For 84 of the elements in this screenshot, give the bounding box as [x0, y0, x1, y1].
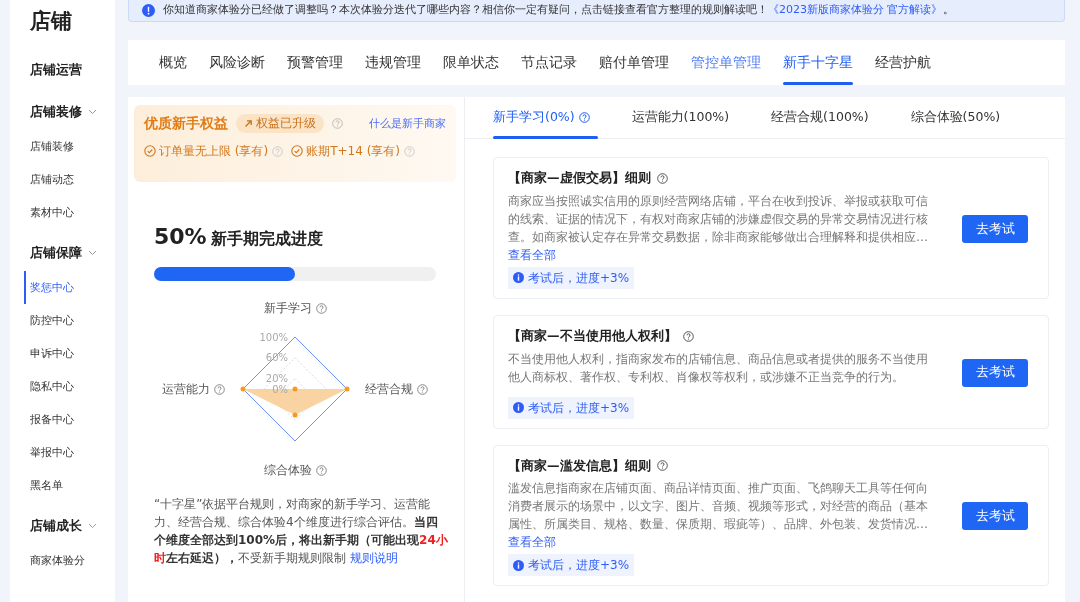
sub-tab[interactable]: 新手学习(0%) [485, 97, 598, 138]
info-icon [513, 272, 524, 284]
check-circle-icon [291, 145, 304, 157]
data-point [240, 386, 246, 392]
rule-description: “十字星”依据平台规则，对商家的新手学习、运营能力、经营合规、综合体验4个维度进行综合评估。当四个维度全部达到100%后，将出新手期（可能出现24小时左右延迟），不受新手期规则限制 规则说明 [153, 496, 449, 567]
chevron-icon[interactable] [88, 522, 97, 529]
data-point [292, 412, 298, 418]
chevron-icon[interactable] [88, 249, 97, 256]
benefit-title: 优质新手权益 [144, 114, 228, 133]
benefit-link[interactable]: 什么是新手商家 [369, 115, 446, 132]
help-icon[interactable] [332, 118, 343, 129]
nav-tab[interactable]: 预警管理 [276, 40, 354, 85]
axis-label: 新手学习 [263, 300, 312, 317]
axis-tick-label: 20% [265, 373, 288, 385]
sidebar-item[interactable]: 奖惩中心 [24, 270, 115, 304]
rule-text: 商家应当按照诚实信用的原则经营网络店铺，平台在收到投诉、举报或获取可信的线索、证据的情况下，有权对商家店铺的涉嫌虚假交易的异常交易情况进行核查。如商家被认定存在异常交易数据，除非商家能够做出合理解释和提供相应… [508, 192, 929, 246]
sub-tab[interactable]: 综合体验(50%) [902, 97, 1009, 138]
rule-link[interactable]: 规则说明 [349, 551, 398, 565]
help-icon[interactable] [656, 460, 668, 472]
rule-text: 滥发信息指商家在店铺页面、商品详情页面、推广页面、飞鸽聊天工具等任何向消费者展示的场景中，以文字、图片、音频、视频等形式，对经营的商品（基本属性、所属类目、规格、数量、保质期、瑕疵等）、品牌、外包装、发货情况… [508, 480, 929, 534]
sidebar-group[interactable]: 店铺装修 [30, 101, 82, 122]
help-icon[interactable] [578, 112, 590, 123]
info-icon [513, 402, 524, 413]
axis-label: 经营合规 [365, 381, 413, 398]
nav-tab[interactable]: 节点记录 [510, 40, 588, 85]
info-icon [142, 4, 155, 17]
rule-title: 【商家—滥发信息】细则 [508, 456, 651, 475]
help-icon[interactable] [656, 172, 668, 184]
exam-button[interactable]: 去考试 [962, 502, 1028, 531]
help-icon[interactable] [682, 330, 694, 342]
info-icon [513, 559, 524, 571]
rule-text: 不当使用他人权利，指商家发布的店铺信息、商品信息或者提供的服务不当使用他人商标权、著作权、专利权、肖像权等权利，或涉嫌不正当竞争的行为。 [508, 350, 929, 386]
axis-label: 综合体验 [263, 462, 312, 479]
arrow-icon [244, 119, 253, 128]
sidebar-item[interactable]: 举报中心 [30, 435, 115, 469]
sidebar-item[interactable]: 店铺装修 [30, 129, 115, 163]
tip-text: 考试后，进度+3% [528, 269, 630, 287]
sidebar-item[interactable]: 报备中心 [30, 402, 115, 436]
tip-text: 考试后，进度+3% [528, 557, 630, 575]
sidebar-item[interactable]: 商家体验分 [30, 543, 115, 577]
axis-tick-label: 100% [259, 331, 288, 343]
sidebar-group[interactable]: 店铺保障 [30, 242, 82, 263]
sidebar-item[interactable]: 隐私中心 [30, 369, 115, 403]
nav-tab[interactable]: 风险诊断 [198, 40, 276, 85]
help-icon[interactable] [214, 383, 225, 395]
tip-text: 考试后，进度+3% [528, 399, 630, 417]
help-icon[interactable] [315, 464, 327, 476]
notice-text: 你知道商家体验分已经做了调整吗？本次体验分迭代了哪些内容？相信你一定有疑问，点击链接查看官方整理的规则解读吧！《2023新版商家体验分 官方解读》。 [163, 2, 954, 19]
sidebar-group[interactable]: 店铺运营 [30, 59, 82, 80]
check-circle-icon [144, 145, 156, 157]
sidebar-group[interactable]: 店铺成长 [30, 515, 82, 536]
help-icon[interactable] [315, 302, 327, 314]
nav-tab[interactable]: 违规管理 [354, 40, 432, 85]
sidebar-item[interactable]: 黑名单 [30, 468, 115, 502]
notice-link[interactable]: 《2023新版商家体验分 官方解读》 [768, 3, 943, 17]
chevron-icon[interactable] [88, 108, 97, 115]
rule-title: 【商家—虚假交易】细则 [508, 169, 651, 187]
nav-tab[interactable]: 经营护航 [864, 40, 942, 85]
view-all-link[interactable]: 查看全部 [508, 245, 556, 264]
nav-tab[interactable]: 概览 [148, 40, 198, 85]
sub-tab[interactable]: 运营能力(100%) [623, 97, 738, 138]
rule-title: 【商家—不当使用他人权利】 [508, 326, 677, 345]
nav-tab[interactable]: 管控单管理 [680, 40, 772, 85]
view-all-link[interactable]: 查看全部 [508, 533, 556, 552]
sidebar-item[interactable]: 防控中心 [30, 303, 115, 337]
progress-percent: 50% [154, 223, 207, 251]
exam-button[interactable]: 去考试 [962, 214, 1028, 243]
badge-text: 权益已升级 [256, 114, 316, 132]
benefit-text: 账期T+14 (享有) [306, 143, 401, 160]
help-icon[interactable] [417, 383, 428, 395]
progress-title: 新手期完成进度 [210, 228, 323, 250]
benefit-text: 订单量无上限 (享有) [159, 143, 269, 160]
exam-button[interactable]: 去考试 [962, 358, 1028, 387]
data-point [344, 386, 350, 392]
nav-tab[interactable]: 赔付单管理 [588, 40, 680, 85]
sidebar-item[interactable]: 申诉中心 [30, 336, 115, 370]
data-point [292, 386, 298, 392]
nav-tab[interactable]: 新手十字星 [772, 40, 864, 85]
nav-tab[interactable]: 限单状态 [432, 40, 510, 85]
axis-label: 运营能力 [162, 381, 210, 398]
sidebar-item[interactable]: 素材中心 [30, 195, 115, 229]
sub-tab[interactable]: 经营合规(100%) [763, 97, 877, 138]
sidebar-item[interactable]: 店铺动态 [30, 162, 115, 196]
sidebar-title: 店铺 [30, 8, 73, 35]
